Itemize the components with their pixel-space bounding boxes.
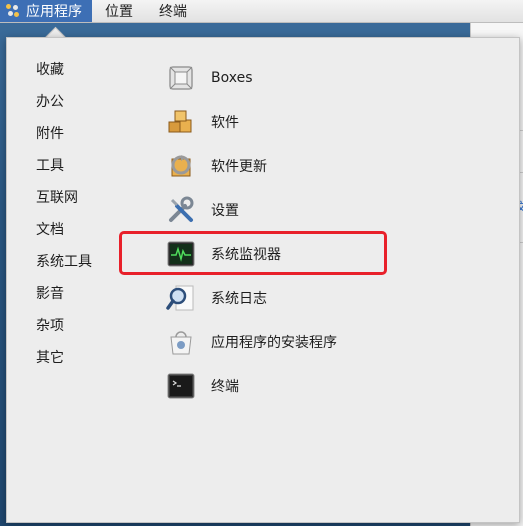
- category-office[interactable]: 办公: [36, 92, 92, 124]
- boxes-icon: [166, 63, 196, 93]
- software-update-icon: [166, 151, 196, 181]
- app-settings[interactable]: 设置: [166, 188, 337, 232]
- terminal-menu[interactable]: 终端: [146, 0, 200, 22]
- category-system-tools[interactable]: 系统工具: [36, 252, 92, 284]
- app-label: 终端: [211, 379, 239, 395]
- app-boxes[interactable]: Boxes: [166, 56, 337, 100]
- category-other[interactable]: 其它: [36, 348, 92, 380]
- settings-tools-icon: [166, 195, 196, 225]
- category-accessories[interactable]: 附件: [36, 124, 92, 156]
- settings-highlight-box: [119, 231, 387, 275]
- category-documents[interactable]: 文档: [36, 220, 92, 252]
- gnome-foot-icon: [6, 4, 20, 18]
- app-label: 设置: [211, 203, 239, 219]
- app-software[interactable]: 软件: [166, 100, 337, 144]
- category-utilities[interactable]: 工具: [36, 156, 92, 188]
- category-favorites[interactable]: 收藏: [36, 60, 92, 92]
- app-installer-icon: [166, 327, 196, 357]
- app-label: Boxes: [211, 70, 253, 86]
- category-multimedia[interactable]: 影音: [36, 284, 92, 316]
- app-label: 软件: [211, 115, 239, 131]
- applications-menu[interactable]: 应用程序: [0, 0, 92, 22]
- applications-menu-label: 应用程序: [26, 4, 82, 20]
- category-list: 收藏 办公 附件 工具 互联网 文档 系统工具 影音 杂项 其它: [36, 60, 92, 380]
- system-log-icon: [166, 283, 196, 313]
- app-label: 系统日志: [211, 291, 267, 307]
- category-internet[interactable]: 互联网: [36, 188, 92, 220]
- app-installer[interactable]: 应用程序的安装程序: [166, 320, 337, 364]
- category-sundry[interactable]: 杂项: [36, 316, 92, 348]
- terminal-icon: [166, 371, 196, 401]
- app-software-update[interactable]: 软件更新: [166, 144, 337, 188]
- app-system-log[interactable]: 系统日志: [166, 276, 337, 320]
- app-terminal[interactable]: 终端: [166, 364, 337, 408]
- applications-menu-panel: 收藏 办公 附件 工具 互联网 文档 系统工具 影音 杂项 其它 Boxes 软…: [6, 37, 520, 523]
- app-label: 应用程序的安装程序: [211, 335, 337, 351]
- top-panel: 应用程序 位置 终端: [0, 0, 523, 23]
- places-menu[interactable]: 位置: [92, 0, 146, 22]
- software-icon: [166, 107, 196, 137]
- app-label: 软件更新: [211, 159, 267, 175]
